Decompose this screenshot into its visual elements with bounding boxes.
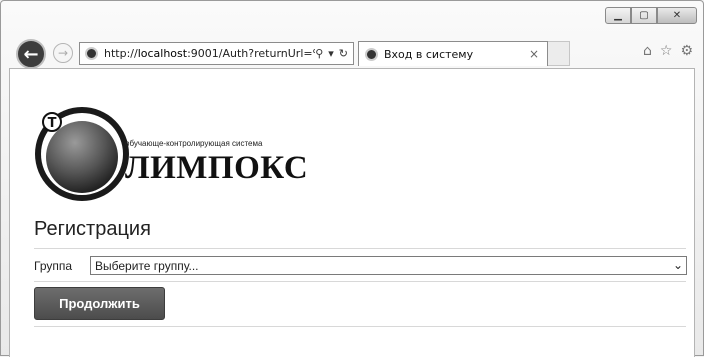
arrow-left-icon: ← <box>23 43 39 65</box>
page-content: Т обучающе-контролирующая система ЛИМПОК… <box>9 68 695 357</box>
page-title: Регистрация <box>34 218 151 240</box>
group-select[interactable]: Выберите группу... ⌄ <box>90 256 687 275</box>
browser-window: ▁ ▢ ✕ ← → http://localhost:9001/Auth?ret… <box>0 0 704 357</box>
logo-emblem-icon: Т <box>35 107 129 201</box>
star-icon[interactable]: ☆ <box>660 43 673 59</box>
close-icon[interactable]: × <box>529 47 539 61</box>
address-url[interactable]: http://localhost:9001/Auth?returnUrl=% <box>104 47 315 60</box>
continue-button[interactable]: Продолжить <box>34 287 165 320</box>
browser-right-icons: ⌂ ☆ ⚙ <box>643 43 693 59</box>
back-button[interactable]: ← <box>16 39 46 69</box>
home-icon[interactable]: ⌂ <box>643 43 652 59</box>
logo: Т обучающе-контролирующая система ЛИМПОК… <box>32 104 312 204</box>
refresh-icon[interactable]: ↻ <box>339 47 348 60</box>
svg-text:Т: Т <box>48 116 57 131</box>
url-prefix: http:// <box>104 47 138 60</box>
maximize-button[interactable]: ▢ <box>631 7 657 24</box>
gear-icon[interactable]: ⚙ <box>680 43 693 59</box>
address-bar[interactable]: http://localhost:9001/Auth?returnUrl=% ⚲… <box>79 42 354 65</box>
tab-title: Вход в систему <box>384 47 474 61</box>
window-controls: ▁ ▢ ✕ <box>605 7 697 24</box>
url-rest: :9001/Auth?returnUrl=% <box>187 47 316 60</box>
url-host: localhost <box>137 47 188 60</box>
tab-favicon-icon <box>365 47 378 61</box>
chevron-down-icon: ⌄ <box>672 258 683 272</box>
group-label: Группа <box>34 259 73 273</box>
divider <box>34 281 686 282</box>
logo-subtitle: обучающе-контролирующая система <box>125 139 263 148</box>
tab-login[interactable]: Вход в систему × <box>358 41 548 66</box>
site-favicon-icon <box>85 47 98 60</box>
close-window-button[interactable]: ✕ <box>657 7 697 24</box>
divider <box>34 248 686 249</box>
new-tab-button[interactable] <box>548 41 570 66</box>
address-tools: ⚲ ▾ ↻ <box>315 47 353 60</box>
forward-button[interactable]: → <box>53 43 73 63</box>
arrow-right-icon: → <box>57 46 69 60</box>
chevron-down-icon[interactable]: ▾ <box>328 47 334 60</box>
divider <box>34 326 686 327</box>
group-select-value: Выберите группу... <box>95 258 199 273</box>
minimize-button[interactable]: ▁ <box>605 7 631 24</box>
search-icon[interactable]: ⚲ <box>315 47 323 60</box>
logo-name: ЛИМПОКС <box>125 150 309 186</box>
